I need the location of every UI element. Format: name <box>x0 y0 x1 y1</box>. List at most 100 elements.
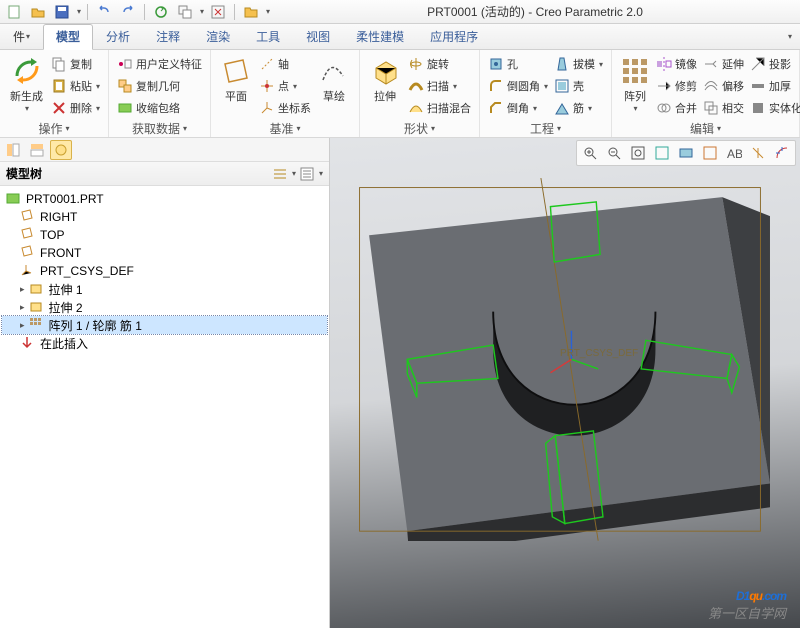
solidify-button[interactable]: 实体化 <box>748 98 800 118</box>
new-file-icon[interactable] <box>4 3 24 21</box>
sketch-button[interactable]: 草绘 <box>315 54 353 106</box>
undo-icon[interactable] <box>94 3 114 21</box>
rib-button[interactable]: 筋▾ <box>552 98 605 118</box>
chamfer-button[interactable]: 倒角▾ <box>486 98 550 118</box>
folder-icon[interactable] <box>241 3 261 21</box>
copy-geom-button[interactable]: 复制几何 <box>115 76 204 96</box>
offset-button[interactable]: 偏移 <box>701 76 746 96</box>
sweep-button[interactable]: 扫描▾ <box>406 76 473 96</box>
hole-button[interactable]: 孔 <box>486 54 550 74</box>
window-title: PRT0001 (活动的) - Creo Parametric 2.0 <box>274 3 796 20</box>
merge-button[interactable]: 合并 <box>654 98 699 118</box>
spin-center-icon[interactable] <box>771 143 793 163</box>
ribbon-collapse-icon[interactable]: ▾ <box>780 32 800 41</box>
windows-dropdown-icon[interactable]: ▾ <box>200 7 204 16</box>
model-tree[interactable]: PRT0001.PRT RIGHT TOP FRONT PRT_CSYS_DEF… <box>0 186 329 628</box>
group-shape: 拉伸 旋转 扫描▾ 扫描混合 形状▾ <box>360 50 480 137</box>
udf-button[interactable]: 用户定义特征 <box>115 54 204 74</box>
redo-icon[interactable] <box>118 3 138 21</box>
part-geometry <box>350 178 770 541</box>
mirror-button[interactable]: 镜像 <box>654 54 699 74</box>
repaint-icon[interactable] <box>651 143 673 163</box>
tree-tab1-icon[interactable] <box>2 140 24 160</box>
windows-icon[interactable] <box>175 3 195 21</box>
tree-item-right[interactable]: RIGHT <box>2 208 327 226</box>
swept-blend-button[interactable]: 扫描混合 <box>406 98 473 118</box>
tab-apps[interactable]: 应用程序 <box>417 24 491 50</box>
graphics-viewport[interactable]: AB <box>330 138 800 628</box>
shell-button[interactable]: 壳 <box>552 76 605 96</box>
tab-model[interactable]: 模型 <box>43 24 93 50</box>
regenerate-icon[interactable] <box>151 3 171 21</box>
refit-icon[interactable] <box>627 143 649 163</box>
model-tree-pane: 模型树 ▾ ▾ PRT0001.PRT RIGHT TOP FRONT PRT_… <box>0 138 330 628</box>
tree-item-extrude2[interactable]: ▸拉伸 2 <box>2 298 327 316</box>
shrinkwrap-button[interactable]: 收缩包络 <box>115 98 204 118</box>
extrude-button[interactable]: 拉伸 <box>366 54 404 106</box>
tree-toolbar <box>0 138 329 162</box>
tree-tab3-icon[interactable] <box>50 140 72 160</box>
delete-button[interactable]: 删除▾ <box>49 98 102 118</box>
separator <box>144 4 145 20</box>
copy-button[interactable]: 复制 <box>49 54 102 74</box>
tab-analysis[interactable]: 分析 <box>93 24 143 50</box>
tree-item-top[interactable]: TOP <box>2 226 327 244</box>
tab-flexible[interactable]: 柔性建模 <box>343 24 417 50</box>
group-engineering: 孔 倒圆角▾ 倒角▾ 拔模▾ 壳 筋▾ 工程▾ <box>480 50 612 137</box>
project-button[interactable]: 投影 <box>748 54 800 74</box>
group-edit: 阵列▾ 镜像 修剪 合并 延伸 偏移 相交 投影 加厚 实体化 编辑▾ <box>612 50 800 137</box>
tree-settings-icon[interactable] <box>269 164 291 184</box>
plane-button[interactable]: 平面 <box>217 54 255 106</box>
group-datum: 平面 轴 点▾ 坐标系 草绘 基准▾ <box>211 50 360 137</box>
tab-annotate[interactable]: 注释 <box>143 24 193 50</box>
tree-item-pattern1[interactable]: ▸阵列 1 / 轮廓 筋 1 <box>2 316 327 334</box>
save-icon[interactable] <box>52 3 72 21</box>
revolve-button[interactable]: 旋转 <box>406 54 473 74</box>
view-toolbar: AB <box>576 140 796 166</box>
tab-view[interactable]: 视图 <box>293 24 343 50</box>
group-get-data: 用户定义特征 复制几何 收缩包络 获取数据▾ <box>109 50 211 137</box>
tree-root[interactable]: PRT0001.PRT <box>2 190 327 208</box>
ribbon-tabstrip: 件 ▾ 模型 分析 注释 渲染 工具 视图 柔性建模 应用程序 ▾ <box>0 24 800 50</box>
csys-label: PRT_CSYS_DEF <box>560 348 638 359</box>
group-operations: 新生成▾ 复制 粘贴▾ 删除▾ 操作▾ <box>0 50 109 137</box>
separator <box>87 4 88 20</box>
pattern-button[interactable]: 阵列▾ <box>618 54 652 115</box>
extend-button[interactable]: 延伸 <box>701 54 746 74</box>
paste-button[interactable]: 粘贴▾ <box>49 76 102 96</box>
tab-tools[interactable]: 工具 <box>243 24 293 50</box>
tree-tab2-icon[interactable] <box>26 140 48 160</box>
thicken-button[interactable]: 加厚 <box>748 76 800 96</box>
csys-button[interactable]: 坐标系 <box>257 98 313 118</box>
axis-button[interactable]: 轴 <box>257 54 313 74</box>
tree-show-icon[interactable] <box>296 164 318 184</box>
tree-item-extrude1[interactable]: ▸拉伸 1 <box>2 280 327 298</box>
tree-item-csys[interactable]: PRT_CSYS_DEF <box>2 262 327 280</box>
zoom-out-icon[interactable] <box>603 143 625 163</box>
tree-header: 模型树 ▾ ▾ <box>0 162 329 186</box>
workspace: 模型树 ▾ ▾ PRT0001.PRT RIGHT TOP FRONT PRT_… <box>0 138 800 628</box>
intersect-button[interactable]: 相交 <box>701 98 746 118</box>
trim-button[interactable]: 修剪 <box>654 76 699 96</box>
open-file-icon[interactable] <box>28 3 48 21</box>
saved-view-icon[interactable] <box>699 143 721 163</box>
zoom-in-icon[interactable] <box>579 143 601 163</box>
tree-item-front[interactable]: FRONT <box>2 244 327 262</box>
annotation-icon[interactable]: AB <box>723 143 745 163</box>
svg-text:AB: AB <box>727 147 742 161</box>
tree-item-insert-here[interactable]: 在此插入 <box>2 334 327 352</box>
title-bar: ▾ ▾ ▾ PRT0001 (活动的) - Creo Parametric 2.… <box>0 0 800 24</box>
display-style-icon[interactable] <box>675 143 697 163</box>
watermark: D1qu.com 第一区自学网 <box>708 575 786 622</box>
ribbon: 新生成▾ 复制 粘贴▾ 删除▾ 操作▾ 用户定义特征 复制几何 收缩包络 获取数… <box>0 50 800 138</box>
close-window-icon[interactable] <box>208 3 228 21</box>
tab-file[interactable]: 件 ▾ <box>0 24 43 50</box>
round-button[interactable]: 倒圆角▾ <box>486 76 550 96</box>
folder-dropdown-icon[interactable]: ▾ <box>266 7 270 16</box>
qat-dropdown-icon[interactable]: ▾ <box>77 7 81 16</box>
tab-render[interactable]: 渲染 <box>193 24 243 50</box>
draft-button[interactable]: 拔模▾ <box>552 54 605 74</box>
point-button[interactable]: 点▾ <box>257 76 313 96</box>
regenerate-button[interactable]: 新生成▾ <box>6 54 47 115</box>
datum-display-icon[interactable] <box>747 143 769 163</box>
